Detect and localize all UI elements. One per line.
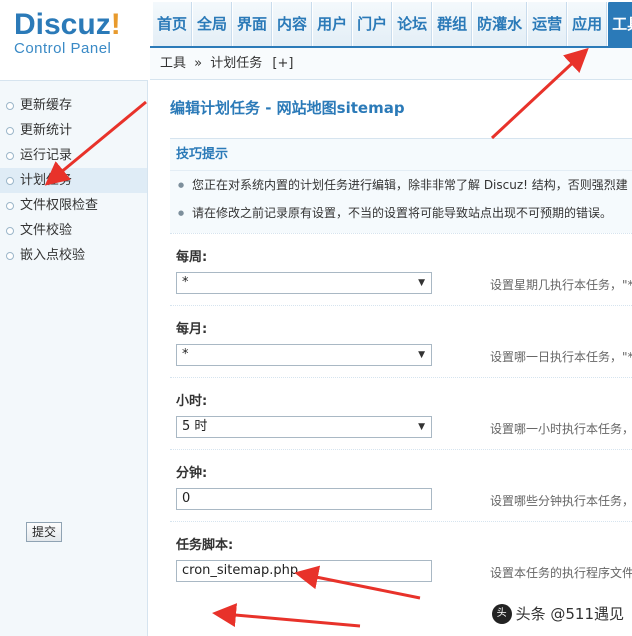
- field-hour: 小时: 5 时 ▼ 设置哪一小时执行本任务，: [170, 377, 632, 449]
- hour-value: 5 时: [182, 419, 208, 434]
- weekday-select[interactable]: * ▼: [176, 272, 432, 294]
- tips-title: 技巧提示: [170, 139, 632, 171]
- sidebar-item-hook-check[interactable]: 嵌入点校验: [0, 243, 147, 268]
- weekday-value: *: [182, 275, 189, 290]
- logo-main: Discuz!: [14, 8, 121, 41]
- hour-hint: 设置哪一小时执行本任务，: [490, 422, 632, 436]
- script-hint: 设置本任务的执行程序文件: [490, 566, 632, 580]
- tip-item: 请在修改之前记录原有设置，不当的设置将可能导致站点出现不可预期的错误。: [170, 199, 632, 227]
- tip-item: 您正在对系统内置的计划任务进行编辑，除非非常了解 Discuz! 结构，否则强烈…: [170, 171, 632, 199]
- weekday-label: 每周:: [176, 250, 208, 265]
- tips-box: 技巧提示 您正在对系统内置的计划任务进行编辑，除非非常了解 Discuz! 结构…: [170, 138, 632, 233]
- discuz-logo: Discuz! Control Panel: [14, 8, 121, 57]
- nav-tools[interactable]: 工具: [607, 2, 632, 46]
- day-label: 每月:: [176, 322, 208, 337]
- field-day: 每月: * ▼ 设置哪一日执行本任务，"*: [170, 305, 632, 377]
- nav-portal[interactable]: 门户: [352, 2, 393, 46]
- sidebar-item-run-log[interactable]: 运行记录: [0, 143, 147, 168]
- add-shortcut-button[interactable]: [+]: [272, 56, 293, 71]
- sidebar-item-file-perms[interactable]: 文件权限检查: [0, 193, 147, 218]
- sidebar-item-cron[interactable]: 计划任务: [0, 168, 147, 193]
- nav-antispam[interactable]: 防灌水: [472, 2, 528, 46]
- breadcrumb: 工具 » 计划任务 [+]: [150, 48, 632, 80]
- page-title: 编辑计划任务 - 网站地图sitemap: [170, 99, 405, 117]
- logo-sub: Control Panel: [14, 40, 112, 57]
- breadcrumb-section[interactable]: 工具: [160, 56, 186, 71]
- breadcrumb-page: 计划任务: [210, 56, 263, 71]
- weekday-hint: 设置星期几执行本任务，"*: [490, 278, 632, 292]
- field-weekday: 每周: * ▼ 设置星期几执行本任务，"*: [170, 233, 632, 305]
- minute-label: 分钟:: [176, 466, 208, 481]
- sidebar-item-update-stats[interactable]: 更新统计: [0, 118, 147, 143]
- dropdown-arrow-icon: ▼: [418, 278, 425, 288]
- main-content: 编辑计划任务 - 网站地图sitemap 技巧提示 您正在对系统内置的计划任务进…: [150, 81, 632, 636]
- nav-apps[interactable]: 应用: [567, 2, 608, 46]
- hour-label: 小时:: [176, 394, 208, 409]
- nav-forum[interactable]: 论坛: [392, 2, 433, 46]
- sidebar-item-file-check[interactable]: 文件校验: [0, 218, 147, 243]
- top-nav: 首页 全局 界面 内容 用户 门户 论坛 群组 防灌水 运营 应用 工具: [150, 0, 632, 48]
- watermark: 头 头条 @511遇见: [491, 603, 624, 624]
- day-value: *: [182, 347, 189, 362]
- nav-global[interactable]: 全局: [192, 2, 233, 46]
- field-script: 任务脚本: cron_sitemap.php 设置本任务的执行程序文件: [170, 521, 632, 593]
- script-input[interactable]: cron_sitemap.php: [176, 560, 432, 582]
- nav-home[interactable]: 首页: [152, 2, 193, 46]
- day-hint: 设置哪一日执行本任务，"*: [490, 350, 632, 364]
- field-minute: 分钟: 0 设置哪些分钟执行本任务，: [170, 449, 632, 521]
- breadcrumb-separator: »: [194, 56, 203, 71]
- hour-select[interactable]: 5 时 ▼: [176, 416, 432, 438]
- sidebar-item-update-cache[interactable]: 更新缓存: [0, 93, 147, 118]
- watermark-text: 头条 @511遇见: [515, 605, 624, 623]
- nav-content[interactable]: 内容: [272, 2, 313, 46]
- minute-hint: 设置哪些分钟执行本任务，: [490, 494, 632, 508]
- nav-users[interactable]: 用户: [312, 2, 353, 46]
- nav-groups[interactable]: 群组: [432, 2, 473, 46]
- script-label: 任务脚本:: [176, 538, 234, 553]
- sidebar: 更新缓存 更新统计 运行记录 计划任务 文件权限检查 文件校验 嵌入点校验: [0, 80, 148, 636]
- nav-interface[interactable]: 界面: [232, 2, 273, 46]
- toutiao-icon: 头: [491, 603, 512, 624]
- minute-input[interactable]: 0: [176, 488, 432, 510]
- dropdown-arrow-icon: ▼: [418, 350, 425, 360]
- nav-operations[interactable]: 运营: [527, 2, 568, 46]
- day-select[interactable]: * ▼: [176, 344, 432, 366]
- submit-button[interactable]: 提交: [26, 522, 62, 542]
- dropdown-arrow-icon: ▼: [418, 422, 425, 432]
